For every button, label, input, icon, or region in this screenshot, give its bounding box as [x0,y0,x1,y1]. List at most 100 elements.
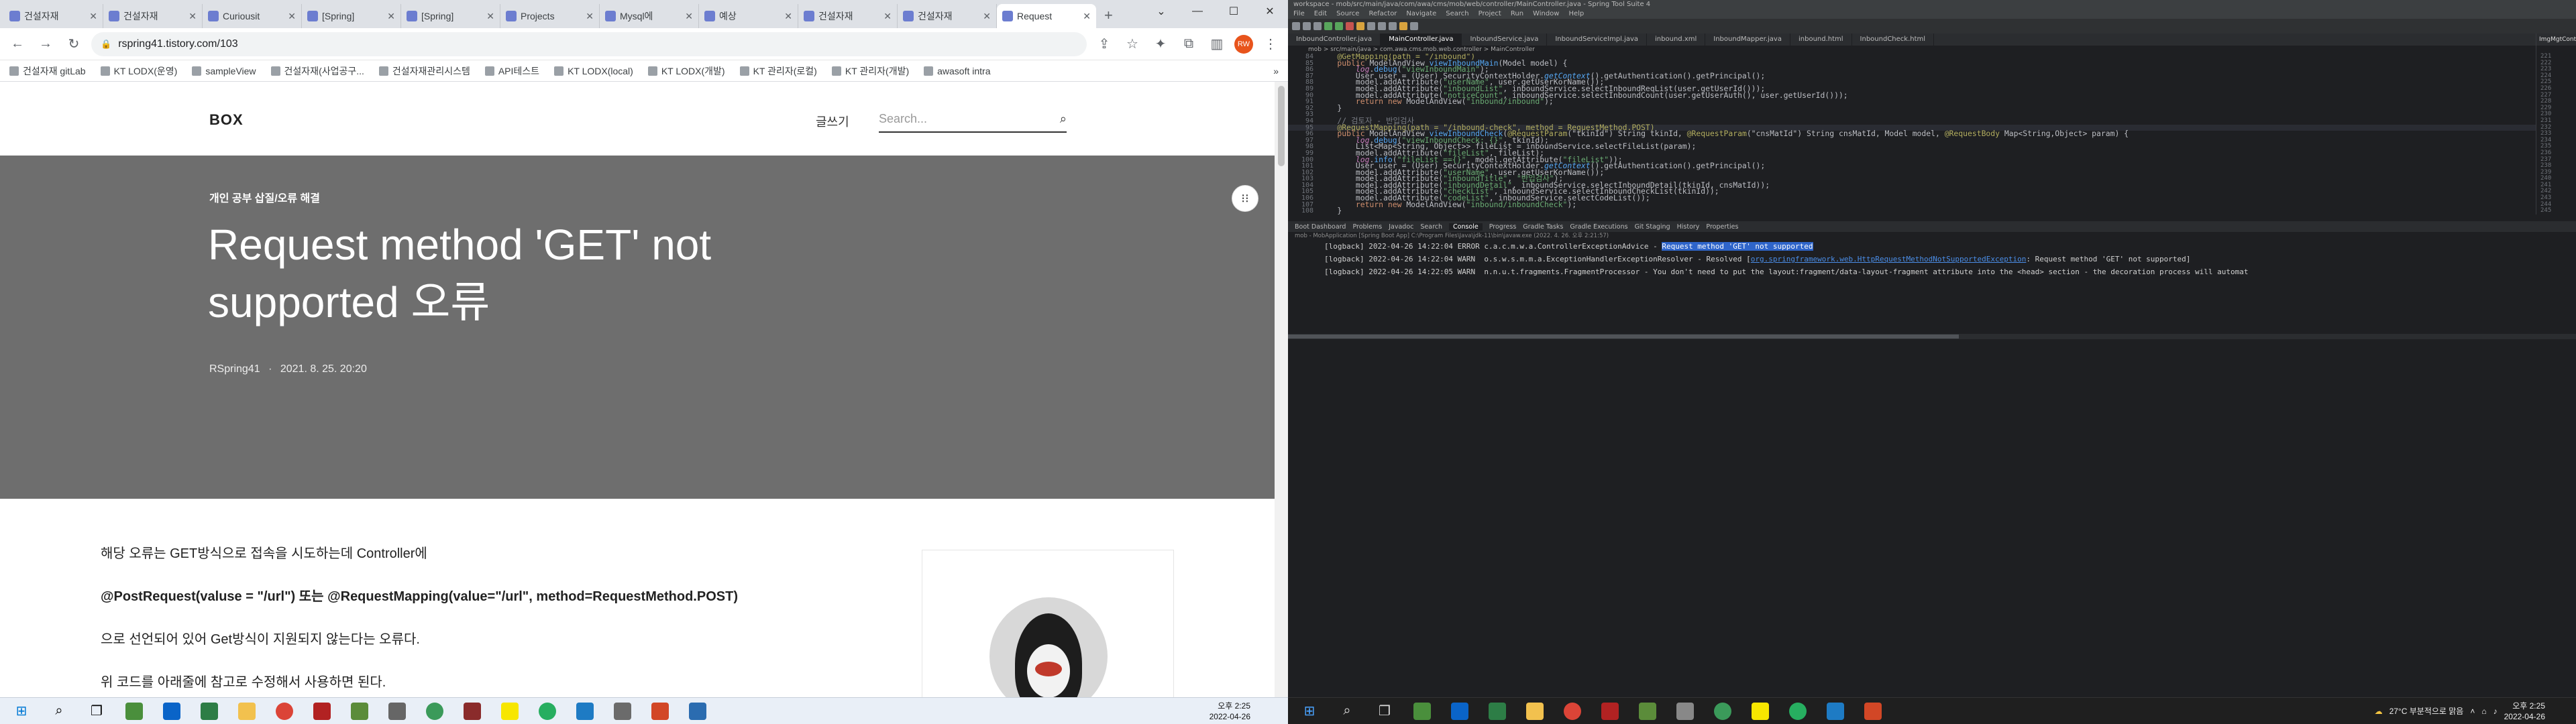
maximize-icon[interactable]: ☐ [1216,0,1252,23]
editor-breadcrumb[interactable]: mob > src/main/java > com.awa.cms.mob.we… [1288,46,2556,54]
bookmark-item[interactable]: 건설자재 gitLab [9,64,86,78]
bookmarks-overflow[interactable]: » [1273,66,1279,76]
ide-icon[interactable] [1480,698,1515,724]
bookmark-item[interactable]: KT 관리자(로컬) [739,64,817,78]
ide-menu-item[interactable]: Help [1568,9,1584,19]
back-icon[interactable]: ← [7,34,28,55]
console-hscroll[interactable] [1288,334,2576,339]
filezilla-icon[interactable] [1593,698,1627,724]
network-icon[interactable]: ⌂ [2481,707,2486,716]
chrome-icon[interactable] [267,698,302,724]
kakaotalk-icon[interactable] [1743,698,1778,724]
browser-tab[interactable]: [Spring] ✕ [302,4,401,28]
ide-menu-item[interactable]: Window [1533,9,1559,19]
app-icon[interactable] [605,698,640,724]
close-window-icon[interactable]: ✕ [1252,0,1288,23]
right-pane-tab[interactable]: ImgMgtCont... [2536,34,2576,46]
nav-forward-icon[interactable] [1389,22,1397,30]
extensions-puzzle-icon[interactable]: ⧉ [1178,34,1199,55]
browser-tab[interactable]: 건설자재 ✕ [898,4,997,28]
ide-menu-item[interactable]: Refactor [1368,9,1397,19]
new-tab-button[interactable]: + [1096,7,1121,28]
tab-close-icon[interactable]: ✕ [189,11,197,22]
page-scrollbar[interactable] [1275,82,1288,697]
browser-tab[interactable]: Mysql에 ✕ [600,4,699,28]
app-icon[interactable] [417,698,452,724]
task-view-icon[interactable]: ❐ [1367,698,1402,724]
right-clock[interactable]: 오후 2:25 2022-04-26 [2504,701,2545,722]
panel-tab[interactable]: Properties [1706,223,1738,231]
minimize-icon[interactable]: — [1179,0,1216,23]
chrome-icon[interactable] [1555,698,1590,724]
panel-tab[interactable]: Console [1449,223,1483,231]
panel-tab[interactable]: Progress [1489,223,1517,231]
tab-search-icon[interactable]: ⌄ [1143,0,1179,23]
chrome-menu-icon[interactable]: ⋮ [1260,34,1281,55]
app-icon[interactable] [1818,698,1853,724]
search-icon[interactable]: ⌕ [1060,112,1067,126]
app-icon[interactable] [568,698,602,724]
tab-close-icon[interactable]: ✕ [387,11,395,22]
ide-menu-item[interactable]: Navigate [1406,9,1436,19]
blog-search-input[interactable]: Search... ⌕ [879,106,1067,133]
editor-tab[interactable]: InboundService.java [1462,34,1548,46]
side-panel-icon[interactable]: ▥ [1206,34,1228,55]
tab-close-icon[interactable]: ✕ [983,11,991,22]
browser-tab[interactable]: Curiousit ✕ [203,4,302,28]
filezilla-icon[interactable] [305,698,339,724]
tray-chevron-icon[interactable]: ˄ [2470,707,2475,716]
bookmark-item[interactable]: KT LODX(개발) [647,64,725,78]
ide-menu-item[interactable]: Project [1479,9,1501,19]
bookmark-item[interactable]: KT LODX(운영) [100,64,177,78]
console-output[interactable]: [logback] 2022-04-26 14:22:04 ERROR c.a.… [1288,240,2576,334]
kakaotalk-icon[interactable] [492,698,527,724]
stop-icon[interactable] [1346,22,1354,30]
tab-close-icon[interactable]: ✕ [586,11,594,22]
panel-tab[interactable]: Javadoc [1389,223,1413,231]
panel-tab[interactable]: Boot Dashboard [1295,223,1346,231]
bookmark-item[interactable]: KT 관리자(개발) [831,64,909,78]
volume-icon[interactable]: ♪ [2493,707,2498,716]
editor-tab[interactable]: InboundMapper.java [1705,34,1790,46]
bookmark-item[interactable]: 건설자재(사업공구... [270,64,364,78]
tab-close-icon[interactable]: ✕ [486,11,494,22]
tab-close-icon[interactable]: ✕ [883,11,892,22]
search-tool-icon[interactable] [1367,22,1375,30]
tab-close-icon[interactable]: ✕ [1083,11,1091,22]
editor-tab[interactable]: InboundServiceImpl.java [1547,34,1648,46]
tool-icon[interactable] [1410,22,1418,30]
panel-tab[interactable]: Problems [1352,223,1382,231]
blog-logo[interactable]: BOX [209,111,244,129]
editor-tab[interactable]: inbound.html [1790,34,1852,46]
post-author[interactable]: RSpring41 [209,363,260,375]
weather-icon[interactable]: ☁ [2375,707,2383,716]
app-icon[interactable] [455,698,490,724]
ide-icon[interactable] [192,698,227,724]
search-taskbar-icon[interactable]: ⌕ [42,698,76,724]
editor-tab[interactable]: InboundController.java [1288,34,1381,46]
bookmark-item[interactable]: awasoft intra [924,64,991,78]
panel-tab[interactable]: Search [1420,223,1442,231]
nav-back-icon[interactable] [1378,22,1386,30]
panel-tab[interactable]: History [1677,223,1700,231]
weather-text[interactable]: 27°C 부분적으로 맑음 [2390,705,2464,717]
share-icon[interactable]: ⇪ [1093,34,1115,55]
powerpoint-icon[interactable] [1856,698,1890,724]
bookmark-item[interactable]: 건설자재관리시스템 [378,64,470,78]
debug-icon[interactable] [1335,22,1343,30]
browser-tab[interactable]: 예상 ✕ [699,4,798,28]
code-editor[interactable]: 84 @GetMapping(path = "/inbound") 85 publ… [1288,54,2536,215]
new-icon[interactable] [1292,22,1300,30]
outlook-icon[interactable] [1442,698,1477,724]
app-icon[interactable] [1630,698,1665,724]
bookmark-star-icon[interactable]: ☆ [1122,34,1143,55]
bookmark-item[interactable]: API테스트 [484,64,539,78]
windows-start-icon[interactable]: ⊞ [4,698,39,724]
bookmark-item[interactable]: sampleView [192,64,256,78]
app-icon[interactable] [380,698,415,724]
console-exception-link[interactable]: org.springframework.web.HttpRequestMetho… [1751,255,2027,263]
save-icon[interactable] [1303,22,1311,30]
editor-tab[interactable]: InboundCheck.html [1852,34,1935,46]
ide-menu-item[interactable]: Search [1446,9,1468,19]
ide-menu-item[interactable]: File [1293,9,1305,19]
